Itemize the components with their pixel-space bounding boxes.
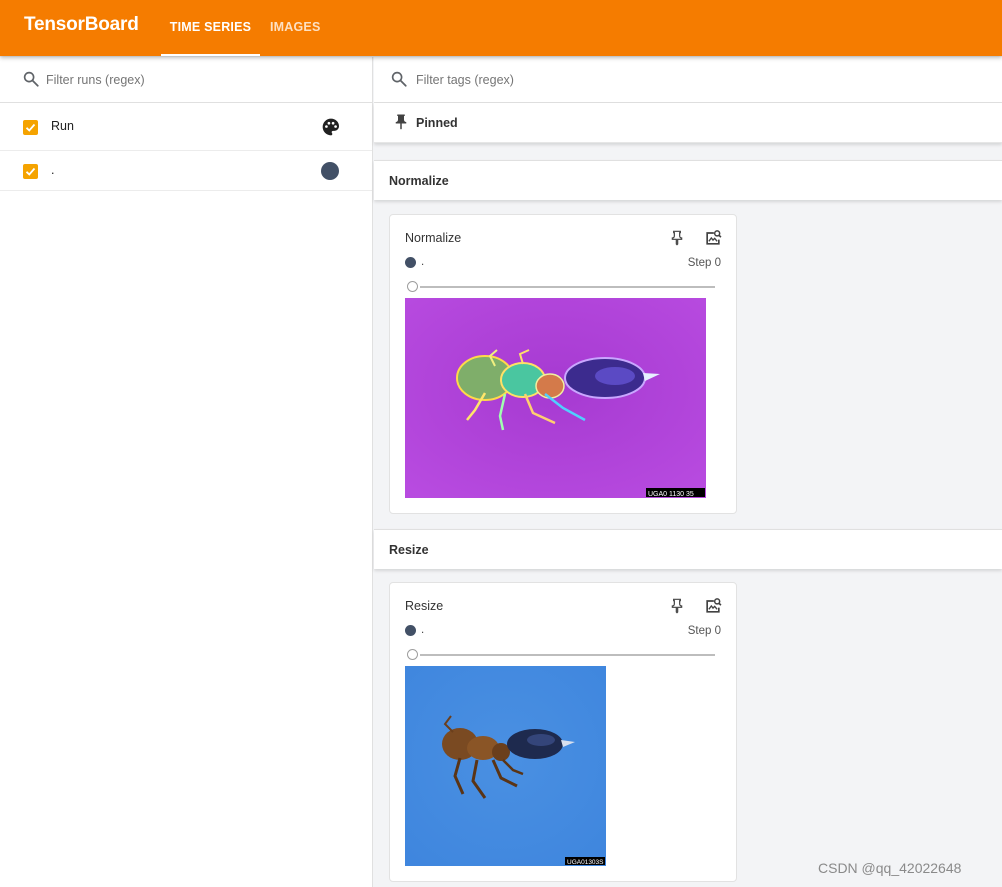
tab-images[interactable]: IMAGES	[270, 0, 321, 56]
tab-time-series[interactable]: TIME SERIES	[161, 0, 260, 56]
watermark-text: CSDN @qq_42022648	[818, 860, 962, 876]
pin-icon[interactable]	[669, 230, 685, 246]
pinned-section: Pinned	[374, 103, 1002, 143]
image-search-icon[interactable]	[703, 596, 723, 616]
card-run-name: .	[421, 624, 425, 636]
image-caption: UGA0 1130 35	[648, 491, 694, 498]
main-content: Pinned Normalize Normalize . Step 0	[374, 57, 1002, 887]
search-icon	[23, 71, 39, 87]
card-title: Normalize	[405, 231, 462, 245]
card-run-name: .	[421, 256, 425, 268]
resized-ant-image[interactable]: UGA01303S	[405, 666, 606, 866]
step-label: Step 0	[687, 257, 721, 269]
pin-icon	[395, 114, 407, 130]
image-caption: UGA01303S	[567, 859, 604, 866]
group-header-resize[interactable]: Resize	[374, 529, 1002, 569]
image-card-normalize: Normalize . Step 0 UGA0 1130 35	[389, 214, 737, 514]
run-row: .	[0, 151, 372, 191]
run-label: Run	[51, 119, 74, 133]
app-title: TensorBoard	[24, 14, 139, 35]
group-title: Resize	[389, 543, 429, 557]
run-checkbox[interactable]	[23, 164, 38, 179]
tab-images-label: IMAGES	[270, 20, 321, 34]
step-slider-track[interactable]	[420, 286, 715, 288]
group-title: Normalize	[389, 174, 449, 188]
card-title: Resize	[405, 599, 444, 613]
pin-icon[interactable]	[669, 598, 685, 614]
run-color-swatch[interactable]	[321, 162, 339, 180]
image-card-resize: Resize . Step 0 UGA01303S	[389, 582, 737, 882]
pinned-label: Pinned	[416, 116, 458, 130]
runs-sidebar: Run .	[0, 57, 373, 887]
run-color-dot	[405, 625, 416, 636]
top-app-bar: TensorBoard TIME SERIES IMAGES	[0, 0, 1002, 56]
run-name: .	[51, 163, 55, 177]
step-label: Step 0	[687, 625, 721, 637]
run-checkbox-all[interactable]	[23, 120, 38, 135]
palette-icon[interactable]	[321, 117, 341, 137]
checkmark-icon	[25, 123, 36, 132]
runs-filter-row	[0, 57, 372, 103]
normalized-ant-image[interactable]: UGA0 1130 35	[405, 298, 706, 498]
run-row-header: Run	[0, 103, 372, 151]
image-search-icon[interactable]	[703, 228, 723, 248]
tags-filter-input[interactable]	[416, 69, 816, 91]
group-header-normalize[interactable]: Normalize	[374, 160, 1002, 200]
tab-time-series-label: TIME SERIES	[169, 20, 252, 34]
step-slider-track[interactable]	[420, 654, 715, 656]
active-tab-indicator	[161, 54, 260, 56]
checkmark-icon	[25, 167, 36, 176]
run-color-dot	[405, 257, 416, 268]
step-slider-thumb[interactable]	[407, 649, 418, 660]
tags-filter-row	[374, 57, 1002, 103]
search-icon	[391, 71, 407, 87]
runs-filter-input[interactable]	[46, 69, 346, 91]
step-slider-thumb[interactable]	[407, 281, 418, 292]
